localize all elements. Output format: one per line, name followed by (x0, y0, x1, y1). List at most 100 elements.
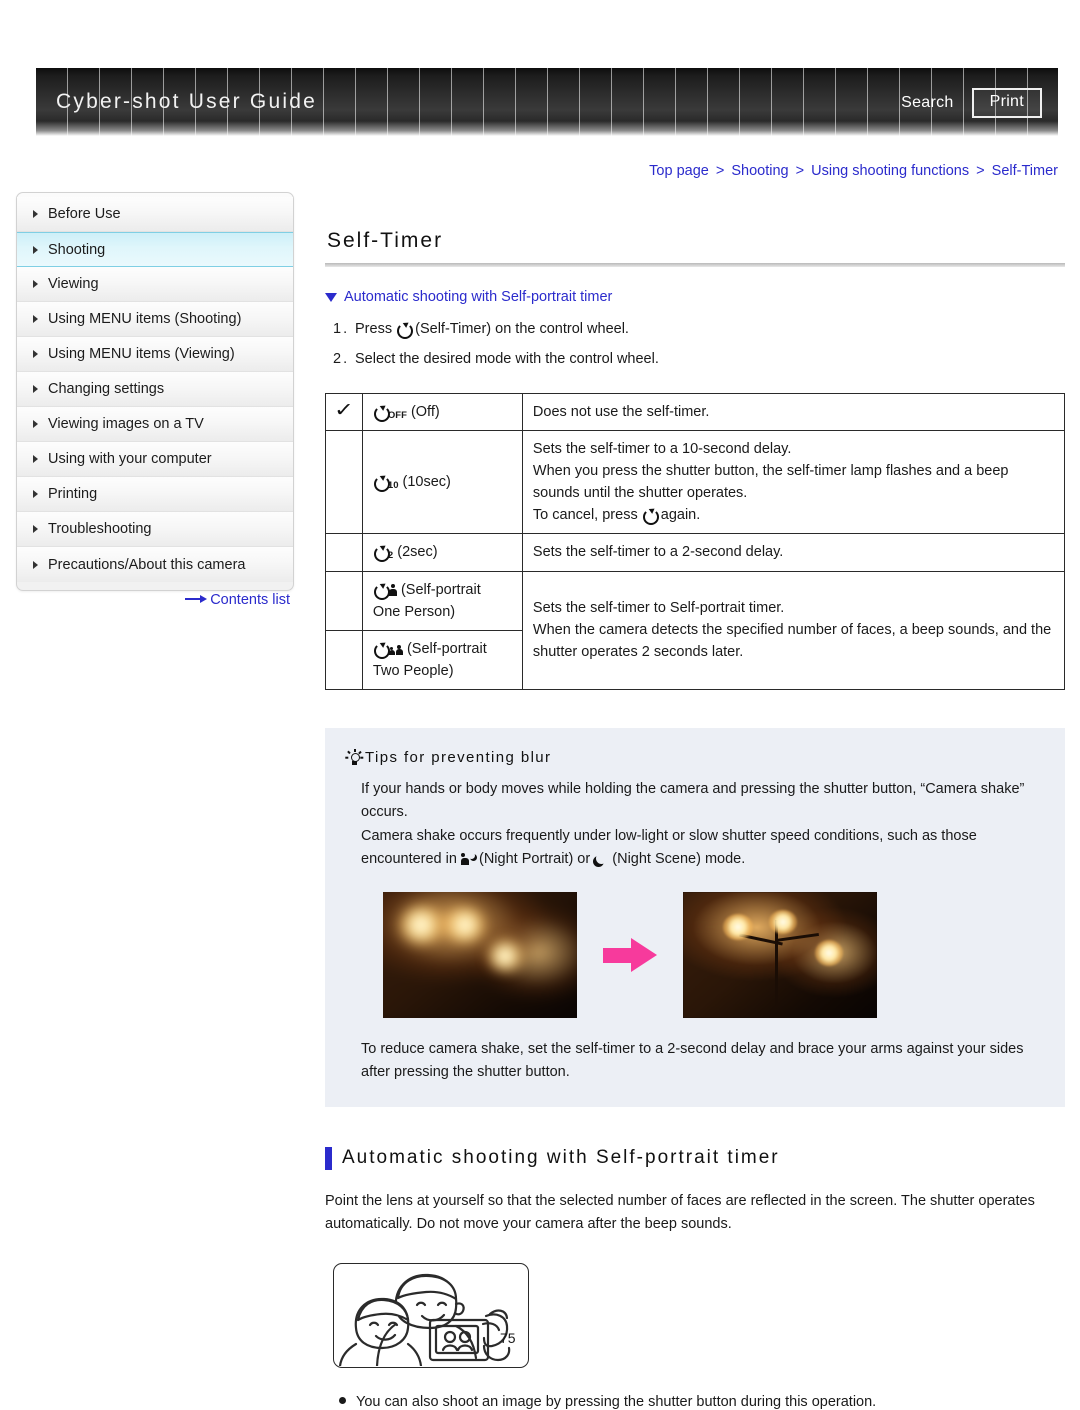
self-timer-icon (642, 507, 659, 526)
note-item: You can also shoot an image by pressing … (325, 1394, 1065, 1410)
default-check-cell (325, 629, 363, 690)
self-timer-icon (373, 582, 390, 600)
sidebar-item-label: Using MENU items (Viewing) (48, 346, 235, 362)
self-timer-icon (396, 321, 414, 339)
page-number: 75 (500, 1330, 516, 1346)
contents-list-label: Contents list (210, 592, 290, 608)
night-scene-icon (594, 852, 608, 866)
self-timer-icon (373, 544, 390, 563)
breadcrumb-separator: > (715, 163, 725, 179)
description-line: To cancel, press again. (532, 507, 701, 526)
sidebar-item-label: Before Use (48, 206, 121, 222)
sidebar-item-using-menu-items-shooting[interactable]: Using MENU items (Shooting) (17, 302, 293, 337)
mode-cell: (Self-portrait Two People) (361, 629, 523, 690)
table-row: (Self-portrait One Person) Sets the self… (325, 570, 1066, 690)
default-check-cell (325, 429, 363, 535)
step-item: 1. Press (Self-Timer) on the control whe… (325, 319, 1065, 341)
arrow-right-icon (603, 937, 657, 972)
steps-list: 1. Press (Self-Timer) on the control whe… (325, 319, 1065, 371)
title-divider (325, 263, 1065, 267)
sidebar-item-label: Using MENU items (Shooting) (48, 311, 242, 327)
search-button[interactable]: Search (897, 92, 958, 114)
arrow-right-icon (185, 595, 208, 603)
sidebar-item-before-use[interactable]: Before Use (17, 197, 293, 232)
app-header: Cyber-shot User Guide Search Print (36, 68, 1058, 136)
table-row: 2 (2sec) Sets the self-timer to a 2-seco… (325, 533, 1066, 572)
blurry-photo-sample (383, 891, 577, 1018)
tips-paragraph: Camera shake occurs frequently under low… (361, 827, 977, 868)
description-line: When you press the shutter button, the s… (532, 462, 1009, 501)
description-line: When the camera detects the specified nu… (532, 622, 1052, 661)
one-person-icon (388, 583, 397, 596)
description-line: Sets the self-timer to Self-portrait tim… (532, 600, 785, 617)
mode-cell: OFF (Off) (361, 392, 523, 431)
sidebar-item-changing-settings[interactable]: Changing settings (17, 372, 293, 407)
breadcrumb-item-shooting[interactable]: Shooting (731, 163, 788, 179)
sidebar-item-using-with-your-computer[interactable]: Using with your computer (17, 442, 293, 477)
tips-body: If your hands or body moves while holdin… (347, 778, 1043, 1085)
two-people-icon (388, 643, 403, 655)
sidebar-item-printing[interactable]: Printing (17, 477, 293, 512)
print-button[interactable]: Print (971, 88, 1042, 118)
sidebar: Before Use Shooting Viewing Using MENU i… (16, 192, 294, 591)
anchor-link-label: Automatic shooting with Self-portrait ti… (344, 289, 613, 305)
contents-list-link[interactable]: Contents list (16, 592, 294, 608)
mode-label: (Off) (410, 403, 440, 420)
description-cell: Does not use the self-timer. (521, 392, 1066, 431)
mode-subscript: OFF (387, 409, 407, 421)
description-cell: Sets the self-timer to a 2-second delay. (521, 533, 1066, 572)
selfie-illustration-svg (338, 1273, 511, 1367)
sidebar-item-viewing-images-on-a-tv[interactable]: Viewing images on a TV (17, 407, 293, 442)
page-title: Self-Timer (327, 229, 444, 252)
sidebar-item-label: Troubleshooting (48, 521, 152, 537)
blur-comparison-images (383, 891, 1043, 1018)
bullet-icon (339, 1396, 346, 1404)
description-line: Does not use the self-timer. (532, 403, 710, 420)
sidebar-item-troubleshooting[interactable]: Troubleshooting (17, 512, 293, 547)
chevron-right-icon (33, 245, 38, 254)
chevron-right-icon (33, 385, 38, 393)
mode-cell: (Self-portrait One Person) (361, 570, 523, 631)
sidebar-item-using-menu-items-viewing[interactable]: Using MENU items (Viewing) (17, 337, 293, 372)
section-heading-self-portrait-timer: Automatic shooting with Self-portrait ti… (325, 1146, 1065, 1170)
night-portrait-icon (460, 852, 475, 866)
sidebar-item-label: Precautions/About this camera (48, 556, 246, 573)
tips-box: Tips for preventing blur If your hands o… (325, 727, 1065, 1107)
default-check-cell (325, 570, 363, 631)
breadcrumb-item-using-shooting-functions[interactable]: Using shooting functions (811, 163, 969, 179)
accent-bar (325, 1146, 332, 1170)
triangle-down-icon (325, 292, 337, 302)
self-timer-icon (373, 474, 390, 492)
sidebar-item-precautions-about-this-camera[interactable]: Precautions/About this camera (17, 547, 293, 582)
description-cell-merged: Sets the self-timer to Self-portrait tim… (521, 570, 1066, 690)
breadcrumb-item-self-timer[interactable]: Self-Timer (992, 163, 1058, 179)
step-number: 1. (333, 321, 350, 337)
default-check-cell: ✓ (325, 392, 363, 431)
breadcrumb-separator: > (795, 163, 805, 179)
sidebar-item-label: Changing settings (48, 381, 165, 397)
note-text: You can also shoot an image by pressing … (356, 1393, 877, 1410)
description-line: Sets the self-timer to a 10-second delay… (532, 440, 792, 457)
sidebar-item-label: Viewing (48, 276, 99, 292)
breadcrumb: Top page > Shooting > Using shooting fun… (649, 163, 1058, 179)
chevron-right-icon (33, 560, 38, 569)
sidebar-item-label: Shooting (48, 241, 106, 258)
step-text: Select the desired mode with the control… (355, 350, 659, 367)
chevron-right-icon (33, 490, 38, 498)
checkmark-icon: ✓ (334, 399, 354, 421)
sidebar-item-label: Viewing images on a TV (48, 416, 204, 432)
section-heading-label: Automatic shooting with Self-portrait ti… (342, 1147, 780, 1169)
section-body-text: Point the lens at yourself so that the s… (325, 1192, 1035, 1233)
step-item: 2. Select the desired mode with the cont… (325, 349, 1065, 371)
chevron-right-icon (33, 525, 38, 533)
self-timer-options-table: ✓ OFF (Off) Does not use the self-timer.… (325, 392, 1066, 690)
sidebar-item-shooting[interactable]: Shooting (17, 232, 293, 267)
self-timer-icon (373, 404, 390, 422)
tips-title: Tips for preventing blur (345, 746, 1043, 770)
tips-paragraph: If your hands or body moves while holdin… (361, 780, 1025, 821)
breadcrumb-item-top-page[interactable]: Top page (649, 163, 709, 179)
mode-label: (10sec) (402, 473, 451, 490)
sidebar-item-viewing[interactable]: Viewing (17, 267, 293, 302)
anchor-link-self-portrait-timer[interactable]: Automatic shooting with Self-portrait ti… (325, 289, 1065, 305)
mode-label: (2sec) (397, 544, 438, 561)
